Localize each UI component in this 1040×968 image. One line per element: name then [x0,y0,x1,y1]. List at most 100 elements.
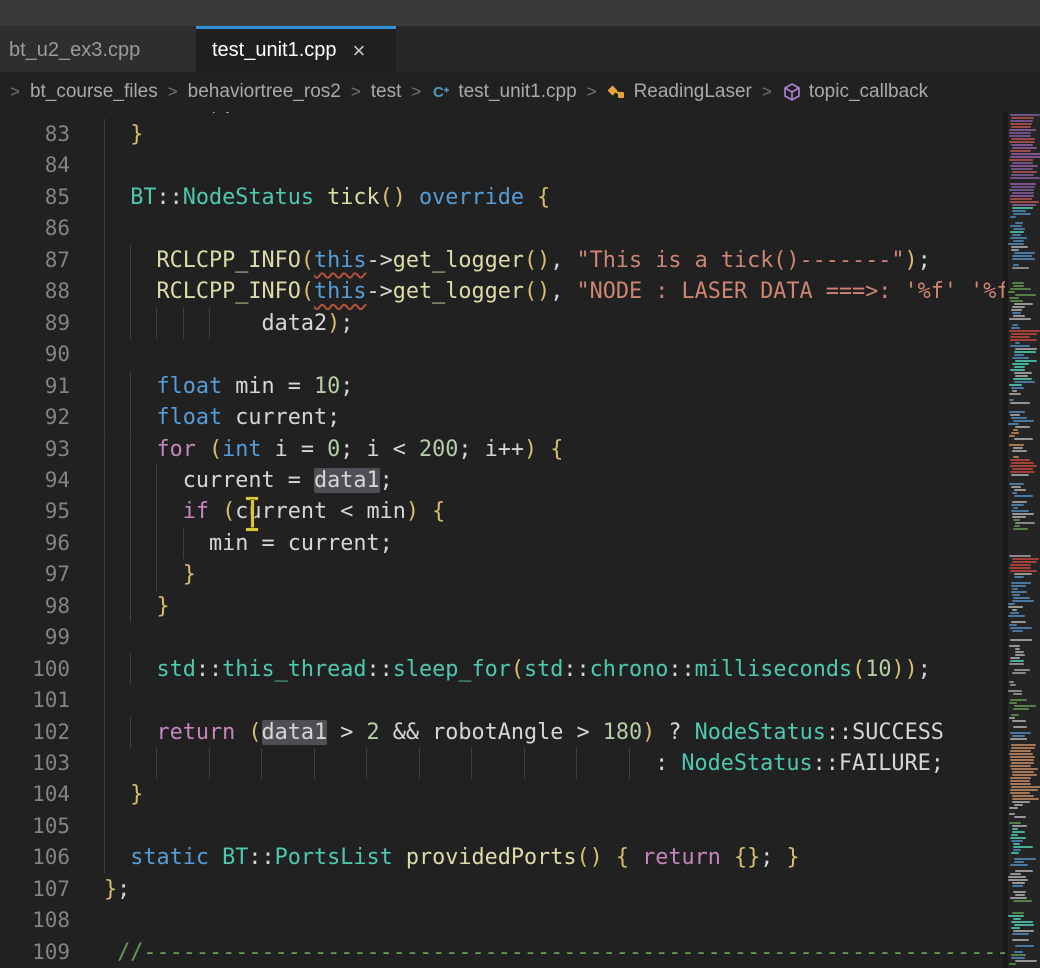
token-pln: ; [340,311,353,336]
line-number[interactable]: 94 [0,465,70,496]
tab-bt_u2_ex3-cpp[interactable]: bt_u2_ex3.cpp [0,26,196,72]
minimap-line [1009,384,1023,386]
line-number[interactable]: 91 [0,371,70,402]
code-line[interactable]: 107}; [0,874,1005,905]
code-line[interactable]: 108 [0,905,1005,936]
breadcrumb-item-behaviortree_ros2[interactable]: behaviortree_ros2 [188,81,341,103]
line-number[interactable]: 86 [0,213,70,244]
minimap-line [1010,225,1022,227]
code-line[interactable]: 88 RCLCPP_INFO(this->get_logger(), "NODE… [0,276,1005,307]
token-brk: ( [222,499,235,524]
chevron-right-icon: > [411,82,421,102]
token-pln: ::FAILURE; [813,751,944,776]
code-line[interactable]: 85 BT::NodeStatus tick() override { [0,182,1005,213]
code-line[interactable]: "); [0,112,1005,119]
code-line[interactable]: 95 if (current < min) { [0,496,1005,527]
breadcrumb-item-topic_callback[interactable]: topic_callback [782,81,928,103]
code-line[interactable]: 93 for (int i = 0; i < 200; i++) { [0,434,1005,465]
minimap[interactable] [1008,112,1040,968]
token-brk: ( [511,657,524,682]
line-number[interactable]: 93 [0,434,70,465]
code-line[interactable]: 87 RCLCPP_INFO(this->get_logger(), "This… [0,245,1005,276]
code-line[interactable]: 97 } [0,559,1005,590]
line-number[interactable]: 108 [0,905,70,936]
token-pln: ; i < [340,437,419,462]
line-number[interactable]: 84 [0,150,70,181]
line-number[interactable]: 101 [0,685,70,716]
code-line[interactable]: 101 [0,685,1005,716]
code-line[interactable]: 89 data2); [0,308,1005,339]
breadcrumb-item-test_unit1.cpp[interactable]: Ctest_unit1.cpp [431,81,576,103]
token-brk: {} [734,845,760,870]
code-line[interactable]: 100 std::this_thread::sleep_for(std::chr… [0,654,1005,685]
code-line[interactable]: 86 [0,213,1005,244]
token-pln [104,437,157,462]
minimap-line [1012,600,1033,602]
line-number[interactable]: 107 [0,874,70,905]
code-line[interactable]: 105 [0,811,1005,842]
minimap-line [1010,177,1039,179]
line-number[interactable]: 98 [0,591,70,622]
code-line[interactable]: 103 : NodeStatus::FAILURE; [0,748,1005,779]
breadcrumb-item-bt_course_files[interactable]: bt_course_files [30,81,158,103]
token-pln [393,845,406,870]
token-brk: ) [524,437,537,462]
minimap-line [1009,411,1025,413]
line-number[interactable]: 103 [0,748,70,779]
line-number[interactable]: 106 [0,842,70,873]
code-line[interactable]: 102 return (data1 > 2 && robotAngle > 18… [0,717,1005,748]
line-number[interactable]: 89 [0,308,70,339]
line-number[interactable]: 100 [0,654,70,685]
minimap-line [1008,606,1022,608]
token-pln [721,845,734,870]
line-number[interactable]: 109 [0,937,70,968]
token-pln [104,374,157,399]
code-line[interactable]: 90 [0,339,1005,370]
line-number[interactable]: 102 [0,717,70,748]
line-number[interactable]: 92 [0,402,70,433]
breadcrumb-item-test[interactable]: test [371,81,402,103]
tab-test_unit1-cpp[interactable]: test_unit1.cpp× [196,26,396,72]
code-line[interactable]: 91 float min = 10; [0,371,1005,402]
code-editor[interactable]: ");83 }8485 BT::NodeStatus tick() overri… [0,112,1005,968]
code-line[interactable]: 109 //----------------------------------… [0,937,1005,968]
token-brk: ) [327,311,340,336]
token-type: std [524,657,563,682]
minimap-line [1011,591,1027,593]
minimap-line [1009,330,1040,332]
token-pln [196,437,209,462]
line-number[interactable]: 83 [0,119,70,150]
line-number[interactable]: 99 [0,622,70,653]
code-line[interactable]: 106 static BT::PortsList providedPorts()… [0,842,1005,873]
line-number[interactable]: 97 [0,559,70,590]
minimap-line [1013,285,1024,287]
code-line[interactable]: 96 min = current; [0,528,1005,559]
line-number[interactable]: 90 [0,339,70,370]
minimap-line [1012,282,1023,284]
minimap-line [1008,876,1026,878]
line-number[interactable]: 85 [0,182,70,213]
minimap-line [1014,816,1025,818]
code-line[interactable]: 84 [0,150,1005,181]
code-line[interactable]: 83 } [0,119,1005,150]
line-number[interactable]: 95 [0,496,70,527]
breadcrumb-item-ReadingLaser[interactable]: ReadingLaser [607,81,752,103]
token-pln [603,845,616,870]
minimap-line [1012,258,1035,260]
line-number[interactable]: 96 [0,528,70,559]
code-line[interactable]: 94 current = data1; [0,465,1005,496]
minimap-line [1008,243,1023,245]
token-kw: override [419,185,524,210]
line-number[interactable]: 104 [0,779,70,810]
minimap-line [1011,117,1034,119]
close-icon[interactable]: × [353,40,366,62]
code-line[interactable]: 99 [0,622,1005,653]
line-number[interactable]: 88 [0,276,70,307]
token-pln: ; [117,877,130,902]
line-number[interactable]: 105 [0,811,70,842]
line-number[interactable]: 87 [0,245,70,276]
code-line[interactable]: 98 } [0,591,1005,622]
code-line[interactable]: 92 float current; [0,402,1005,433]
code-line[interactable]: 104 } [0,779,1005,810]
minimap-line [1010,660,1024,662]
